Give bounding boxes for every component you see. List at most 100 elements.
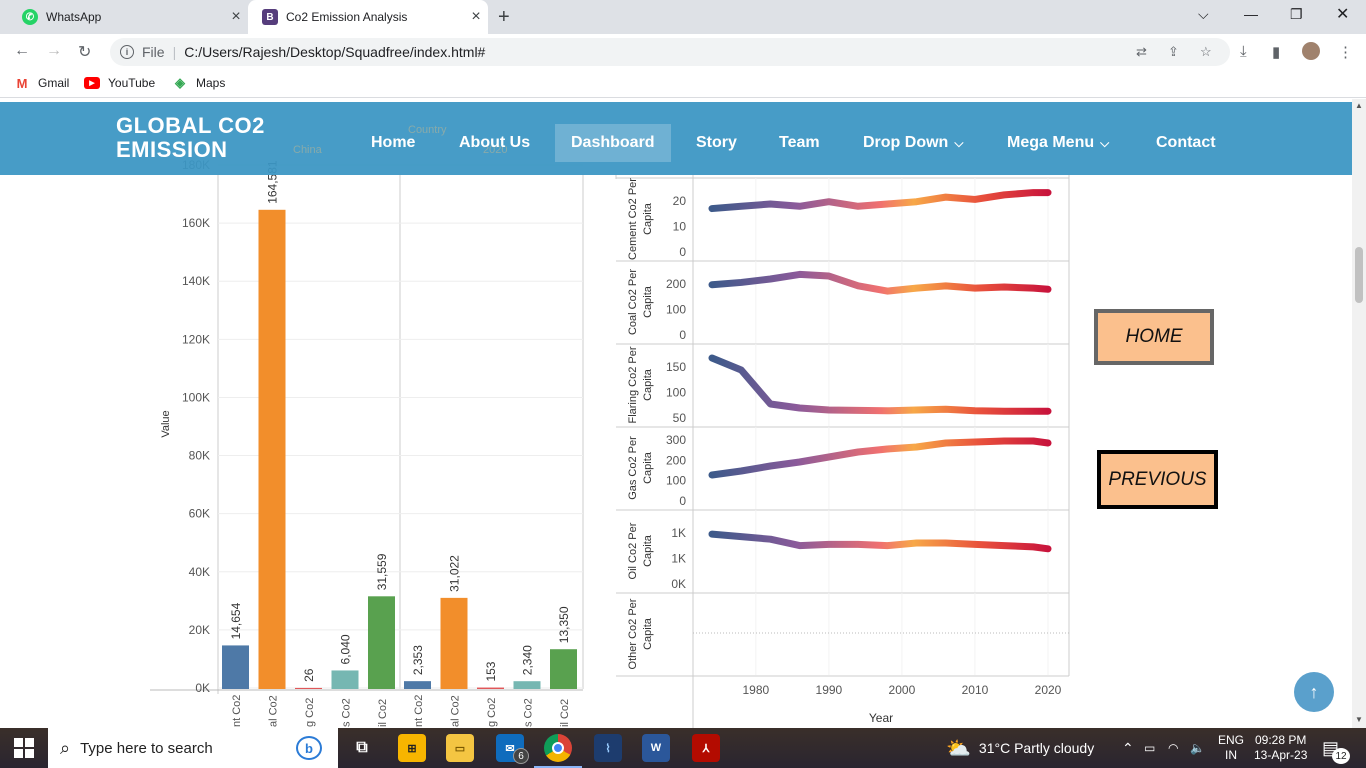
wifi-icon[interactable]: ◠ — [1168, 728, 1178, 768]
scroll-up-arrow-icon[interactable]: ▲ — [1355, 101, 1363, 110]
lang-line: ENG — [1218, 733, 1245, 747]
line-ytick-label: 200 — [666, 277, 686, 291]
bookmark-label: YouTube — [108, 76, 156, 90]
nav-team[interactable]: Team — [779, 124, 820, 162]
bar-xtick-label: g Co2 — [486, 698, 498, 727]
bar-ytick-label: 60K — [189, 507, 210, 521]
info-icon[interactable]: i — [120, 45, 134, 59]
home-button[interactable]: HOME — [1094, 309, 1214, 365]
previous-button[interactable]: PREVIOUS — [1097, 450, 1218, 509]
line-xtick-label: 2020 — [1035, 683, 1062, 697]
chrome-icon[interactable] — [544, 734, 572, 762]
back-button[interactable]: ← — [14, 42, 30, 60]
line-ylabel: Capita — [642, 617, 654, 650]
download-icon[interactable]: ⤓ — [1240, 43, 1247, 60]
restore-button[interactable]: ❐ — [1290, 6, 1303, 23]
bookmark-maps[interactable]: ◈ Maps — [172, 75, 225, 90]
gmail-icon: M — [16, 75, 28, 91]
bar-ytick-label: 40K — [189, 565, 210, 579]
address-bar[interactable]: i File | C:/Users/Rajesh/Desktop/Squadfr… — [110, 38, 1230, 66]
tab-co2-analysis[interactable]: B Co2 Emission Analysis × — [248, 0, 488, 34]
taskbar-search-box[interactable]: ⌕ Type here to search b — [48, 728, 338, 768]
tray-chevron-up-icon[interactable]: ⌃ — [1122, 728, 1134, 768]
line-xlabel: Year — [869, 711, 893, 725]
file-explorer-icon[interactable]: ▭ — [446, 734, 474, 762]
profile-avatar[interactable] — [1302, 42, 1320, 60]
bootstrap-icon: B — [262, 9, 278, 25]
bar — [258, 209, 286, 689]
nav-contact[interactable]: Contact — [1156, 124, 1216, 162]
line-ylabel: Capita — [642, 534, 654, 567]
bookmark-gmail[interactable]: M Gmail — [14, 75, 70, 91]
translate-icon[interactable]: ⇄ — [1136, 44, 1147, 60]
language-indicator[interactable]: ENG IN — [1218, 728, 1244, 768]
close-tab-icon[interactable]: × — [464, 8, 488, 26]
bar-xtick-label: nt Co2 — [413, 695, 425, 727]
bar — [295, 687, 322, 689]
nav-drop-down[interactable]: Drop Down ⌵ — [863, 124, 963, 162]
reload-button[interactable]: ↻ — [78, 42, 91, 62]
bing-icon[interactable]: b — [296, 736, 322, 760]
line-ytick-label: 0 — [679, 494, 686, 508]
line-ytick-label: 0K — [671, 577, 686, 591]
nav-about-us[interactable]: About Us — [459, 124, 530, 162]
line-ytick-label: 300 — [666, 433, 686, 447]
notification-count: 12 — [1332, 748, 1350, 764]
mysql-workbench-icon[interactable]: ⌇ — [594, 734, 622, 762]
bar-ytick-label: 140K — [182, 274, 210, 288]
back-to-top-button[interactable]: ↑ — [1294, 672, 1334, 712]
bookmark-youtube[interactable]: ▶ YouTube — [84, 76, 155, 90]
page-scrollbar[interactable]: ▲ ▼ — [1352, 99, 1366, 728]
line-xtick-label: 2010 — [962, 683, 989, 697]
site-header: Country China 2020 GLOBAL CO2 EMISSION H… — [0, 102, 1352, 175]
windows-start-icon[interactable] — [14, 738, 34, 758]
line-xtick-label: 1990 — [816, 683, 843, 697]
word-icon[interactable]: W — [642, 734, 670, 762]
close-window-button[interactable]: ✕ — [1336, 4, 1349, 24]
arrow-up-icon: ↑ — [1309, 681, 1319, 702]
bar-ytick-label: 120K — [182, 332, 210, 346]
bar-data-label: 6,040 — [339, 634, 353, 664]
menu-kebab-icon[interactable]: ⋮ — [1338, 43, 1353, 61]
microsoft-store-icon[interactable]: ⊞ — [398, 734, 426, 762]
tab-search-chevron-icon[interactable]: ⌵ — [1198, 6, 1209, 23]
line-ytick-label: 1K — [671, 551, 686, 565]
close-tab-icon[interactable]: × — [224, 8, 248, 26]
nav-dashboard[interactable]: Dashboard — [555, 124, 671, 162]
dashboard-charts: 0K20K40K60K80K100K120K140K160K180KValue1… — [150, 158, 1070, 728]
new-tab-button[interactable]: + — [498, 6, 510, 29]
bookmark-star-icon[interactable]: ☆ — [1200, 44, 1212, 60]
bar — [513, 681, 541, 689]
site-logo[interactable]: GLOBAL CO2 EMISSION — [116, 114, 265, 162]
nav-home[interactable]: Home — [371, 124, 415, 162]
nav-story[interactable]: Story — [696, 124, 737, 162]
share-icon[interactable]: ⇪ — [1168, 44, 1179, 60]
bar-ylabel: Value — [160, 410, 172, 437]
bookmarks-bar: M Gmail ▶ YouTube ◈ Maps — [0, 70, 1366, 98]
clock-date: 13-Apr-23 — [1254, 748, 1308, 762]
minimize-button[interactable]: — — [1244, 6, 1258, 22]
bar-ytick-label: 0K — [195, 681, 210, 695]
nav-label: Drop Down — [863, 134, 949, 151]
bar-xtick-label: il Co2 — [377, 699, 389, 727]
tab-title: Co2 Emission Analysis — [286, 10, 408, 24]
nav-mega-menu[interactable]: Mega Menu ⌵ — [1007, 124, 1109, 162]
volume-icon[interactable]: 🔈 — [1190, 728, 1205, 768]
nav-label: Mega Menu — [1007, 134, 1095, 151]
task-view-icon[interactable]: ⧉ — [348, 734, 376, 762]
forward-button[interactable]: → — [46, 42, 62, 60]
bar-xtick-label: s Co2 — [523, 698, 535, 727]
tab-whatsapp[interactable]: ✆ WhatsApp × — [8, 0, 248, 34]
chevron-down-icon: ⌵ — [1100, 135, 1110, 150]
scrollbar-thumb[interactable] — [1355, 247, 1363, 303]
weather-widget[interactable]: ⛅ 31°C Partly cloudy — [946, 728, 1094, 768]
side-panel-icon[interactable]: ▮ — [1272, 43, 1280, 61]
battery-icon[interactable]: ▭ — [1144, 728, 1155, 768]
acrobat-icon[interactable]: ⅄ — [692, 734, 720, 762]
line-ytick-label: 100 — [666, 474, 686, 488]
tab-title: WhatsApp — [46, 10, 102, 24]
scroll-down-arrow-icon[interactable]: ▼ — [1355, 715, 1363, 724]
series-line — [708, 530, 1052, 553]
url-text[interactable]: C:/Users/Rajesh/Desktop/Squadfree/index.… — [184, 44, 485, 60]
clock[interactable]: 09:28 PM 13-Apr-23 — [1254, 728, 1307, 768]
